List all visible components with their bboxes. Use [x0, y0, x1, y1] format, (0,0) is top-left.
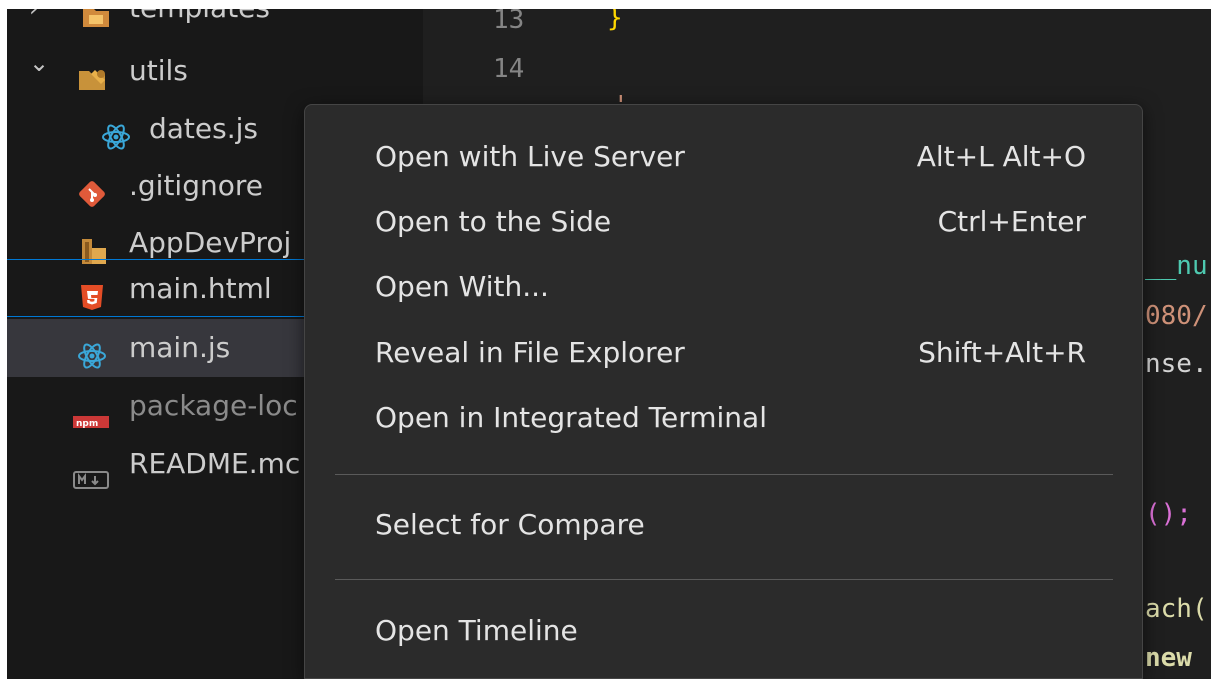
menu-item-select-for-compare[interactable]: Select for Compare [317, 494, 1130, 556]
menu-item-reveal-in-file-explorer[interactable]: Reveal in File Explorer Shift+Alt+R [317, 322, 1130, 384]
menu-item-open-in-integrated-terminal[interactable]: Open in Integrated Terminal [317, 387, 1130, 449]
menu-item-label: Open With... [375, 270, 549, 303]
html5-icon [77, 274, 107, 310]
git-icon [77, 171, 107, 207]
tree-item-label: README.mc [129, 447, 301, 480]
tree-item-label: utils [129, 54, 188, 87]
menu-item-open-with-live-server[interactable]: Open with Live Server Alt+L Alt+O [317, 126, 1130, 188]
menu-item-label: Open in Integrated Terminal [375, 401, 767, 434]
menu-item-open-with[interactable]: Open With... [317, 256, 1130, 318]
code-fragment-nu: __nu [1145, 251, 1208, 281]
tree-item-templates-folder[interactable]: › templates [7, 9, 423, 37]
line-number: 14 [493, 54, 525, 84]
tree-item-label: templates [129, 9, 270, 37]
menu-item-open-timeline[interactable]: Open Timeline [317, 600, 1130, 662]
menu-item-label: Select for Compare [375, 508, 645, 541]
folder-utils-icon [77, 56, 107, 90]
tree-item-label: package-loc [129, 389, 298, 422]
menu-separator [335, 579, 1113, 580]
svg-text:npm: npm [76, 419, 98, 429]
tree-item-label: main.js [129, 331, 231, 364]
code-fragment-port: 080/ [1145, 301, 1208, 331]
tree-item-label: .gitignore [129, 169, 263, 202]
code-brace: } [607, 9, 623, 33]
folder-templates-icon [81, 9, 111, 27]
menu-item-label: Open Timeline [375, 614, 578, 647]
npm-icon: npm [73, 395, 109, 429]
code-fragment-new: new [1145, 643, 1192, 673]
react-icon [101, 114, 131, 150]
menu-item-label: Open with Live Server [375, 140, 685, 173]
menu-separator [335, 474, 1113, 475]
context-menu: Open with Live Server Alt+L Alt+O Open t… [304, 104, 1143, 679]
code-fragment-response: nse. [1145, 349, 1208, 379]
menu-item-shortcut: Alt+L Alt+O [916, 140, 1086, 173]
markdown-icon [73, 453, 109, 489]
menu-item-label: Open to the Side [375, 205, 612, 238]
menu-item-shortcut: Ctrl+Enter [937, 205, 1086, 238]
menu-item-open-to-the-side[interactable]: Open to the Side Ctrl+Enter [317, 191, 1130, 253]
chevron-right-icon[interactable]: › [29, 9, 39, 37]
line-number: 13 [493, 9, 525, 35]
tree-item-label: main.html [129, 272, 272, 305]
menu-item-label: Reveal in File Explorer [375, 336, 685, 369]
react-icon [77, 333, 107, 369]
tree-item-label: dates.js [149, 112, 258, 145]
code-fragment-each: ach( [1145, 594, 1208, 624]
chevron-down-icon[interactable]: ⌄ [29, 34, 49, 92]
archive-icon [79, 228, 109, 264]
code-fragment-call: (); [1145, 499, 1192, 529]
tree-item-utils-folder[interactable]: ⌄ utils [7, 42, 423, 100]
menu-item-shortcut: Shift+Alt+R [918, 336, 1086, 369]
